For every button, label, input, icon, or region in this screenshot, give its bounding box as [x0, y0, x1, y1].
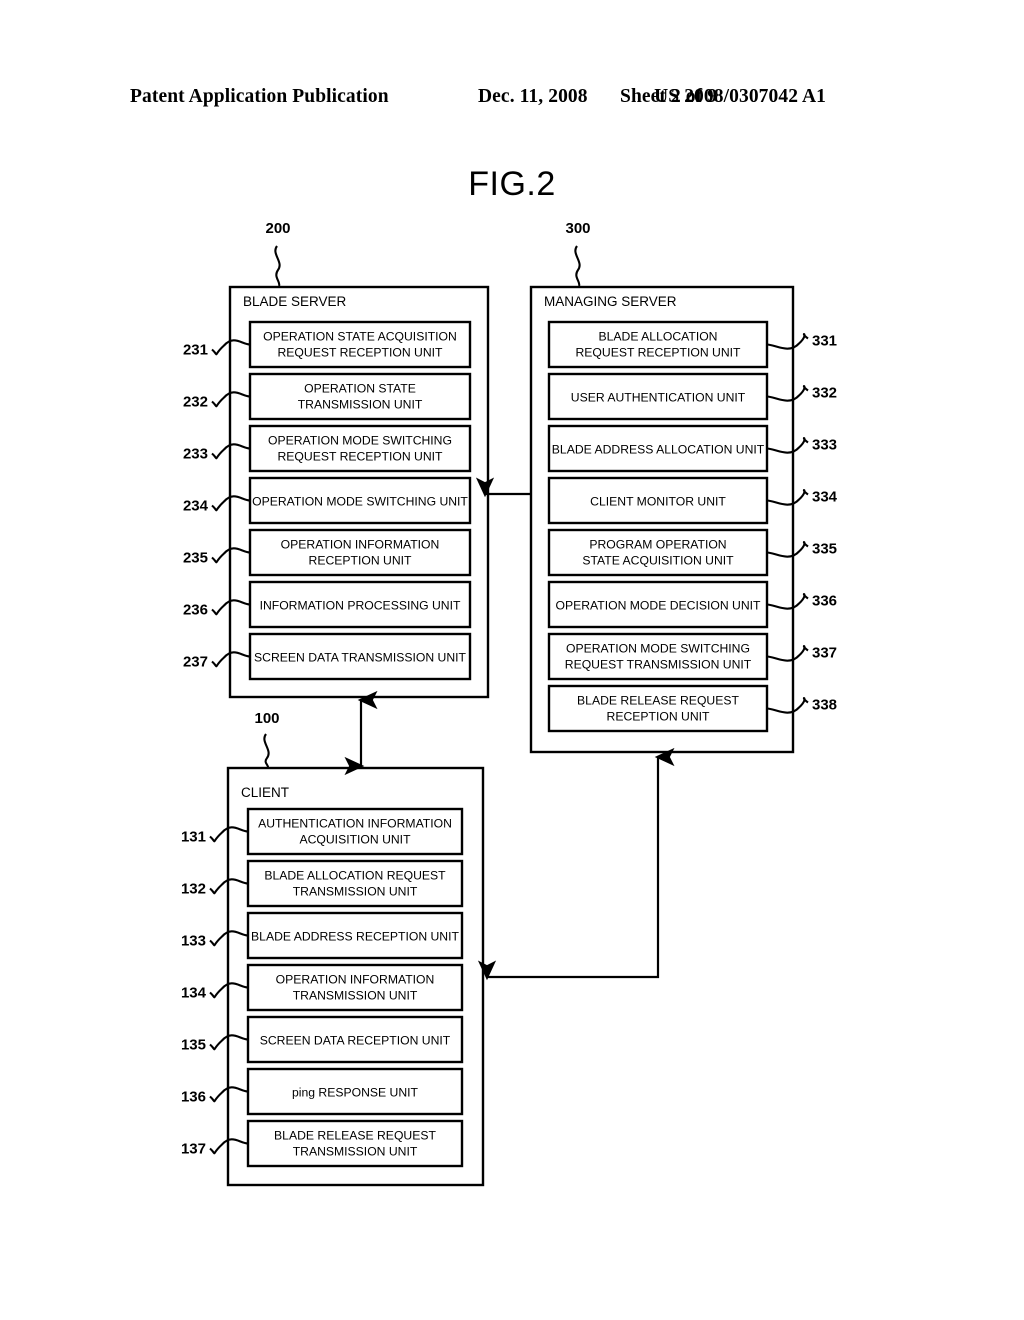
unit-label-232: OPERATION STATE TRANSMISSION UNIT	[298, 382, 423, 412]
connector-client-to-managing-path	[477, 747, 675, 981]
ref-number-131: 131	[181, 829, 206, 846]
ref-number-335: 335	[812, 541, 837, 558]
unit-label-231: OPERATION STATE ACQUISITION REQUEST RECEP…	[263, 330, 457, 360]
ref-leader-334	[766, 489, 809, 506]
unit-label-334: CLIENT MONITOR UNIT	[590, 495, 726, 509]
unit-label-338: BLADE RELEASE REQUEST RECEPTION UNIT	[577, 694, 739, 724]
ref-number-331: 331	[812, 333, 837, 350]
ref-number-332: 332	[812, 385, 837, 402]
ref-number-135: 135	[181, 1037, 206, 1054]
unit-label-332: USER AUTHENTICATION UNIT	[571, 391, 746, 405]
client-title: CLIENT	[241, 785, 289, 800]
unit-label-135: SCREEN DATA RECEPTION UNIT	[260, 1034, 451, 1048]
unit-label-234: OPERATION MODE SWITCHING UNIT	[252, 495, 468, 509]
ref-number-132: 132	[181, 881, 206, 898]
blade-server-units: OPERATION STATE ACQUISITION REQUEST RECEP…	[183, 320, 472, 681]
ref-number-236: 236	[183, 602, 208, 619]
managing-server-units: BLADE ALLOCATION REQUEST RECEPTION UNIT 33…	[547, 320, 838, 733]
ref-number-233: 233	[183, 446, 208, 463]
unit-label-336: OPERATION MODE DECISION UNIT	[556, 599, 761, 613]
figure-diagram: 200 300 100 BLADE SERVER MANAGING SERVER…	[181, 220, 838, 1187]
unit-label-131: AUTHENTICATION INFORMATION ACQUISITION UN…	[258, 817, 452, 847]
ref-leader-336	[766, 593, 809, 610]
unit-label-136: ping RESPONSE UNIT	[292, 1086, 419, 1100]
ref-leader-338	[766, 697, 809, 714]
ref-number-231: 231	[183, 342, 208, 359]
ref-number-134: 134	[181, 985, 207, 1002]
unit-label-333: BLADE ADDRESS ALLOCATION UNIT	[552, 443, 765, 457]
ref-number-234: 234	[183, 498, 209, 515]
ref-number-237: 237	[183, 654, 208, 671]
unit-label-137: BLADE RELEASE REQUEST TRANSMISSION UNIT	[274, 1129, 436, 1159]
callout-100: 100	[254, 710, 279, 727]
unit-label-133: BLADE ADDRESS RECEPTION UNIT	[251, 930, 459, 944]
ref-leader-337	[766, 645, 809, 662]
unit-label-235: OPERATION INFORMATION RECEPTION UNIT	[281, 538, 440, 568]
unit-label-233: OPERATION MODE SWITCHING REQUEST RECEPTIO…	[268, 434, 452, 464]
unit-label-134: OPERATION INFORMATION TRANSMISSION UNIT	[276, 973, 435, 1003]
unit-label-236: INFORMATION PROCESSING UNIT	[260, 599, 461, 613]
callout-300: 300	[565, 220, 590, 237]
ref-leader-331	[766, 333, 809, 350]
unit-label-337: OPERATION MODE SWITCHING REQUEST TRANSMIS…	[565, 642, 752, 672]
ref-number-137: 137	[181, 1141, 206, 1158]
ref-number-133: 133	[181, 933, 206, 950]
ref-leader-332	[766, 385, 809, 402]
ref-number-337: 337	[812, 645, 837, 662]
callout-300-leader	[574, 245, 581, 287]
blade-server-title: BLADE SERVER	[243, 294, 347, 309]
unit-label-331: BLADE ALLOCATION REQUEST RECEPTION UNIT	[575, 330, 741, 360]
managing-server-title: MANAGING SERVER	[544, 294, 677, 309]
unit-label-335: PROGRAM OPERATION STATE ACQUISITION UNIT	[582, 538, 734, 568]
unit-label-132: BLADE ALLOCATION REQUEST TRANSMISSION UNI…	[264, 869, 446, 899]
unit-label-237: SCREEN DATA TRANSMISSION UNIT	[254, 651, 467, 665]
ref-number-334: 334	[812, 489, 838, 506]
callout-200-leader	[274, 245, 281, 287]
ref-leader-333	[766, 437, 809, 454]
ref-number-235: 235	[183, 550, 208, 567]
ref-leader-335	[766, 541, 809, 558]
ref-number-232: 232	[183, 394, 208, 411]
connector-client-to-managing	[477, 747, 675, 981]
ref-number-136: 136	[181, 1089, 206, 1106]
callout-100-leader	[263, 733, 270, 769]
client-units: AUTHENTICATION INFORMATION ACQUISITION UN…	[181, 807, 464, 1168]
ref-number-336: 336	[812, 593, 837, 610]
ref-number-333: 333	[812, 437, 837, 454]
callout-200: 200	[265, 220, 290, 237]
ref-number-338: 338	[812, 697, 837, 714]
